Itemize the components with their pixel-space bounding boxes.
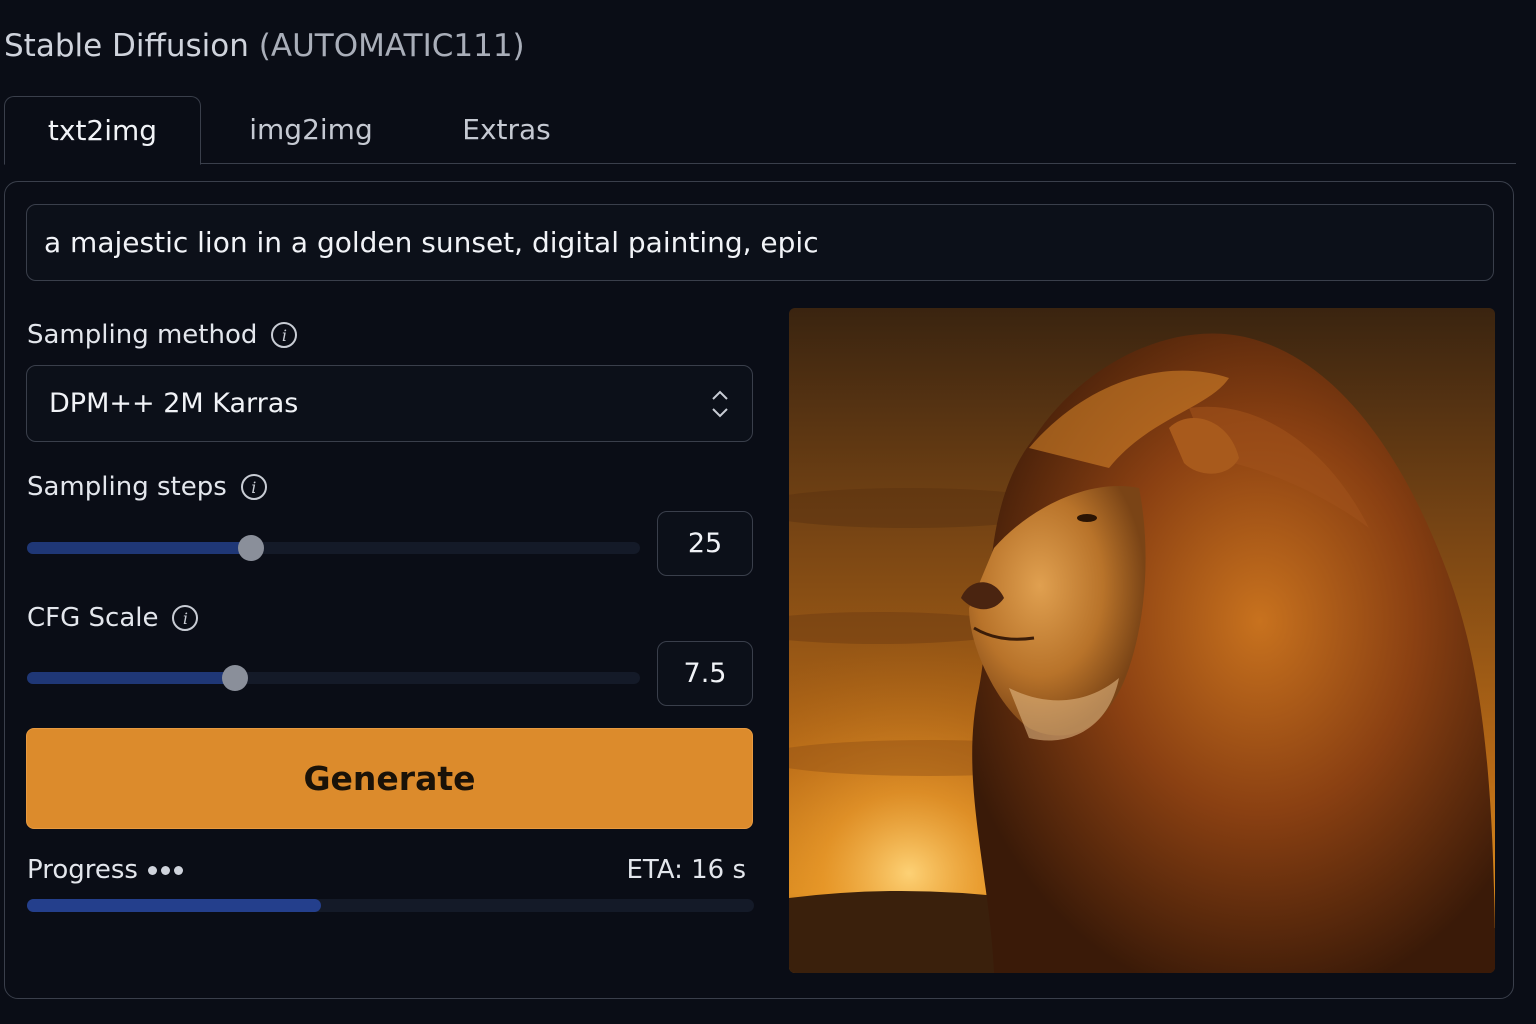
cfg-scale-slider[interactable]	[27, 665, 640, 691]
app-title-sub: (AUTOMATIC111)	[258, 28, 525, 64]
generate-button[interactable]: Generate	[26, 728, 753, 829]
tab-img2img[interactable]: img2img	[216, 96, 406, 163]
more-dots-icon	[147, 865, 183, 875]
chevron-updown-icon	[712, 390, 728, 418]
sampling-steps-label: Sampling steps i	[27, 472, 267, 502]
progress-label-text: Progress	[27, 855, 138, 885]
cfg-scale-label: CFG Scale i	[27, 603, 199, 633]
eta-text: ETA: 16 s	[626, 855, 746, 885]
app-title: Stable Diffusion (AUTOMATIC111)	[4, 28, 525, 64]
tab-txt2img[interactable]: txt2img	[4, 96, 201, 165]
progress-bar	[27, 899, 754, 912]
tab-extras[interactable]: Extras	[424, 96, 589, 163]
slider-fill	[27, 672, 236, 684]
progress-fill	[27, 899, 322, 912]
cfg-scale-label-text: CFG Scale	[27, 603, 159, 633]
output-image[interactable]	[789, 308, 1495, 973]
cfg-scale-input[interactable]: 7.5	[657, 641, 753, 706]
app-title-main: Stable Diffusion	[4, 28, 249, 64]
sampling-steps-slider[interactable]	[27, 535, 640, 561]
lion-image-icon	[789, 308, 1495, 973]
sampling-steps-input[interactable]: 25	[657, 511, 753, 576]
slider-fill	[27, 542, 251, 554]
sampling-method-select[interactable]: DPM++ 2M Karras	[26, 365, 753, 442]
sampling-method-label: Sampling method i	[27, 320, 298, 350]
info-icon[interactable]: i	[172, 605, 199, 631]
sampling-method-value: DPM++ 2M Karras	[49, 388, 299, 419]
progress-label: Progress	[27, 855, 183, 885]
prompt-input[interactable]: a majestic lion in a golden sunset, digi…	[26, 204, 1494, 281]
info-icon[interactable]: i	[271, 322, 298, 348]
sampling-steps-label-text: Sampling steps	[27, 472, 227, 502]
sampling-method-label-text: Sampling method	[27, 320, 258, 350]
info-icon[interactable]: i	[240, 474, 267, 500]
slider-thumb[interactable]	[237, 535, 264, 561]
tab-bar: txt2img img2img Extras	[4, 96, 1516, 165]
